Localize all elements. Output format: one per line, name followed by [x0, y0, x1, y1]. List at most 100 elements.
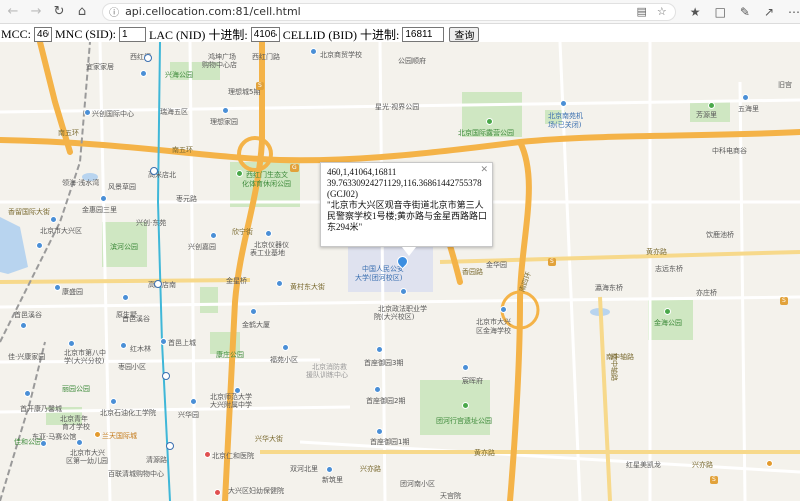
poi-icon[interactable]	[742, 94, 749, 101]
metro-station-icon[interactable]	[154, 280, 162, 288]
map-label: 枣园小区	[118, 363, 146, 371]
forward-icon[interactable]: →	[26, 1, 46, 23]
poi-icon[interactable]	[376, 346, 383, 353]
hospital-icon[interactable]	[214, 489, 221, 496]
reader-view-icon[interactable]: ▤	[637, 5, 647, 18]
map-label: 团河行宫遗址公园	[436, 417, 492, 425]
poi-icon[interactable]	[374, 386, 381, 393]
metro-station-icon[interactable]	[162, 372, 170, 380]
road-shield: G	[290, 164, 299, 172]
cellid-input[interactable]	[402, 26, 445, 42]
park-icon[interactable]	[236, 170, 243, 177]
road-shield: S	[548, 258, 556, 266]
map-label: 红木林	[130, 345, 151, 353]
lac-input[interactable]	[250, 26, 280, 42]
poi-icon[interactable]	[326, 466, 333, 473]
poi-icon[interactable]	[190, 398, 197, 405]
hospital-icon[interactable]	[204, 451, 211, 458]
map-label: 公园顺府	[398, 57, 426, 65]
poi-icon[interactable]	[265, 230, 272, 237]
map-label: 福苑小区	[270, 356, 298, 364]
road-shield: S	[256, 82, 264, 90]
map-label: 金海公园	[654, 319, 682, 327]
map-label: 志远东桥	[655, 265, 683, 273]
mnc-input[interactable]	[119, 26, 147, 42]
map-label: 瑞海五区	[160, 108, 188, 116]
poi-icon[interactable]	[250, 308, 257, 315]
poi-icon[interactable]	[40, 440, 47, 447]
map-label: 金惠园三里	[82, 206, 117, 214]
map-label: 团河南小区	[400, 480, 435, 488]
map-label: 西红门路	[252, 53, 280, 61]
poi-icon[interactable]	[560, 100, 567, 107]
favorites-icon[interactable]: ★	[690, 5, 701, 19]
poi-icon[interactable]	[140, 70, 147, 77]
park-icon[interactable]	[664, 308, 671, 315]
collections-icon[interactable]: □	[715, 5, 726, 19]
poi-icon[interactable]	[222, 107, 229, 114]
map-label: 首座御园3期	[364, 359, 404, 367]
poi-icon[interactable]	[68, 340, 75, 347]
park-icon[interactable]	[708, 102, 715, 109]
close-icon[interactable]: ✕	[480, 164, 488, 175]
poi-icon[interactable]	[122, 294, 129, 301]
map-view[interactable]: 西红门 兴海公园 宜家家居 鸿坤广场 购物中心店 西红门路 北京商贸学校 公园顺…	[0, 42, 800, 501]
map-label: 百联清城购物中心	[108, 470, 164, 478]
poi-icon[interactable]	[234, 387, 241, 394]
map-label: 饮鹿池桥	[706, 231, 734, 239]
park-icon[interactable]	[486, 118, 493, 125]
map-label: 兴亦路	[692, 461, 713, 469]
map-label: 天宫院	[440, 492, 461, 500]
metro-station-icon[interactable]	[150, 167, 158, 175]
poi-icon[interactable]	[50, 216, 57, 223]
shopping-icon[interactable]	[766, 460, 773, 467]
address-bar[interactable]: ⓘ api.cellocation.com:81/cell.html ▤ ☆	[102, 2, 676, 21]
metro-station-icon[interactable]	[144, 54, 152, 62]
mcc-label: MCC:	[1, 26, 32, 41]
park-icon[interactable]	[462, 402, 469, 409]
poi-icon[interactable]	[276, 280, 283, 287]
map-label: 院(大兴校区)	[374, 313, 415, 321]
poi-icon[interactable]	[400, 288, 407, 295]
info-icon[interactable]: ⓘ	[109, 4, 119, 19]
poi-icon[interactable]	[282, 344, 289, 351]
shopping-icon[interactable]	[94, 431, 101, 438]
map-label: 场(已关闭)	[548, 121, 582, 129]
poi-icon[interactable]	[210, 232, 217, 239]
metro-station-icon[interactable]	[166, 442, 174, 450]
poi-icon[interactable]	[20, 322, 27, 329]
poi-icon[interactable]	[120, 342, 127, 349]
map-label: 育才学校	[62, 423, 90, 431]
query-button[interactable]: 查询	[449, 26, 480, 42]
poi-icon[interactable]	[376, 428, 383, 435]
poi-icon[interactable]	[84, 109, 91, 116]
more-icon[interactable]: ⋯	[788, 5, 800, 19]
mcc-input[interactable]	[34, 26, 53, 42]
map-label: 北京市大兴区	[40, 227, 82, 235]
map-label: 表工业基地	[250, 249, 285, 257]
map-label: 黄亦路	[474, 449, 495, 457]
home-icon[interactable]: ⌂	[72, 1, 92, 23]
poi-icon[interactable]	[24, 390, 31, 397]
poi-icon[interactable]	[310, 48, 317, 55]
pen-icon[interactable]: ✎	[740, 5, 750, 19]
map-label: 大兴附属中学	[210, 401, 252, 409]
poi-icon[interactable]	[76, 439, 83, 446]
reload-icon[interactable]: ↻	[49, 1, 69, 23]
poi-icon[interactable]	[160, 338, 167, 345]
popup-address: "北京市大兴区观音寺街道北京市第三人民警察学校1号楼;黄亦路与金星西路路口东29…	[327, 200, 488, 232]
cellid-label: CELLID (BID) 十进制:	[282, 27, 400, 42]
map-label: 大兴区妇幼保健院	[228, 487, 284, 495]
poi-icon[interactable]	[54, 284, 61, 291]
popup-coordinates: 39.76330924271129,116.36861442755378	[327, 178, 482, 188]
share-icon[interactable]: ↗	[764, 5, 774, 19]
back-icon[interactable]: ←	[3, 1, 23, 23]
poi-icon[interactable]	[500, 306, 507, 313]
poi-icon[interactable]	[110, 398, 117, 405]
map-label: 金鹤大厦	[242, 321, 270, 329]
favorite-star-icon[interactable]: ☆	[657, 5, 667, 18]
poi-icon[interactable]	[100, 195, 107, 202]
poi-icon[interactable]	[462, 364, 469, 371]
poi-icon[interactable]	[36, 242, 43, 249]
url-text: api.cellocation.com:81/cell.html	[125, 5, 301, 18]
